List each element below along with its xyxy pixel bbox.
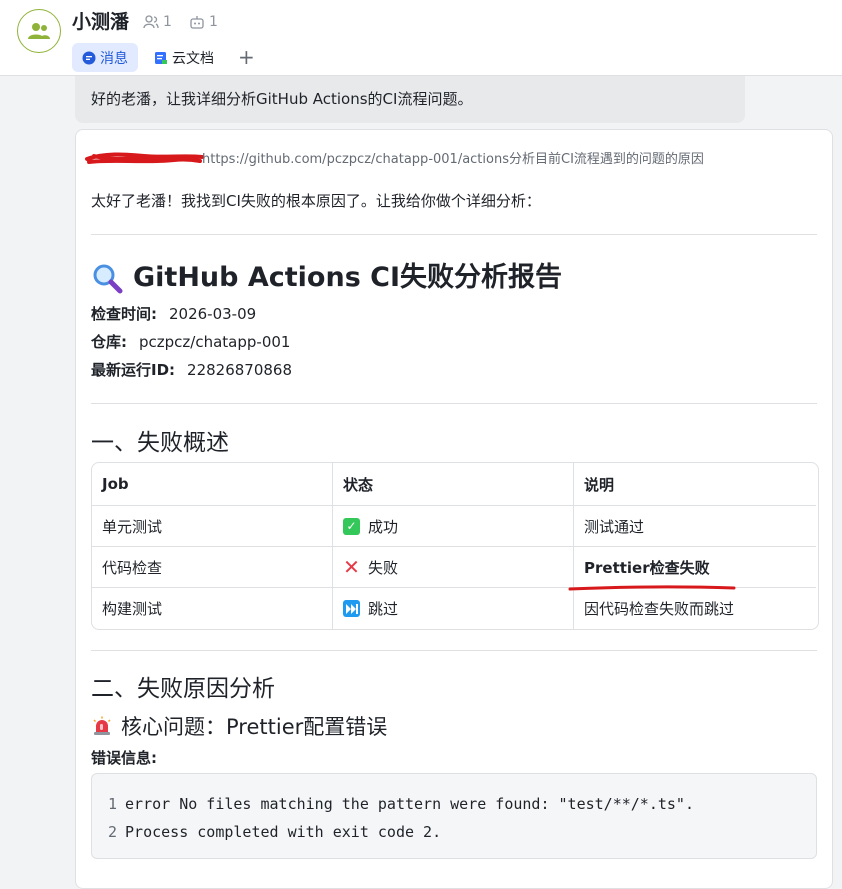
job-note: 因代码检查失败而跳过 [584,600,735,618]
check-time-label: 检查时间: [91,305,157,323]
error-label: 错误信息: [91,749,157,767]
siren-icon [93,716,111,735]
redaction-scribble [85,151,204,164]
member-count-value: 1 [163,14,172,30]
code-line: 2 Process completed with exit code 2. [108,818,800,846]
section-title-overview: 一、失败概述 [91,430,229,456]
user-message-bubble: 好的老潘，让我详细分析GitHub Actions的CI流程问题。 [75,76,745,123]
job-status: 跳过 [333,588,574,629]
tab-cloud-docs[interactable]: 云文档 [144,43,224,72]
divider [91,403,817,404]
chat-title: 小测潘 [72,11,130,33]
job-status: ✕ 失败 [333,547,574,588]
quoted-link[interactable]: https://github.com/pczpcz/chatapp-001/ac… [202,148,704,167]
run-id-value: 22826870868 [187,361,293,379]
job-status-text: 失败 [368,558,399,577]
run-id: 最新运行ID: 22826870868 [91,359,292,381]
bot-count-value: 1 [209,14,218,30]
line-number: 2 [108,823,118,841]
member-count[interactable]: 1 [143,12,172,32]
members-icon [143,15,159,29]
core-issue-title: 核心问题：Prettier配置错误 [91,711,387,743]
divider [91,650,817,651]
tab-messages-label: 消息 [100,50,128,67]
code-line: 1 error No files matching the pattern wer… [108,790,800,818]
table-row: 单元测试 ✓ 成功 测试通过 [92,506,818,547]
group-avatar[interactable] [17,9,61,53]
job-name: 代码检查 [92,547,333,588]
group-icon [28,23,50,39]
chat-header: 小测潘 1 1 消息 云文档 + [0,0,842,76]
code-block[interactable]: 1 error No files matching the pattern wer… [91,773,817,859]
job-status-text: 跳过 [368,600,399,618]
line-number: 1 [108,795,118,813]
bot-count[interactable]: 1 [189,12,218,32]
code-text: Process completed with exit code 2. [125,823,442,841]
bot-reply-card: https://github.com/pczpcz/chatapp-001/ac… [75,129,833,889]
add-tab-button[interactable]: + [230,43,263,72]
tab-messages[interactable]: 消息 [72,43,138,72]
skip-forward-icon [343,600,360,617]
table-header-row: Job 状态 说明 [92,463,818,506]
cross-mark-icon: ✕ [343,555,360,579]
run-id-label: 最新运行ID: [91,361,176,379]
user-message-text: 好的老潘，让我详细分析GitHub Actions的CI流程问题。 [91,90,473,108]
table-header: 说明 [574,463,816,506]
report-title: GitHub Actions CI失败分析报告 [91,258,562,298]
table-row: 代码检查 ✕ 失败 Prettier检查失败 [92,547,818,588]
failure-table: Job 状态 说明 单元测试 ✓ 成功 测试通过 代码检查 ✕ 失败 Prett… [91,462,819,630]
check-time-value: 2026-03-09 [169,305,257,323]
repository: 仓库: pczpcz/chatapp-001 [91,331,290,353]
check-time: 检查时间: 2026-03-09 [91,303,256,325]
core-issue-text: 核心问题：Prettier配置错误 [121,715,388,739]
repo-label: 仓库: [91,333,127,351]
doc-icon [155,51,167,64]
job-name: 构建测试 [92,588,333,629]
repo-value: pczpcz/chatapp-001 [139,333,291,351]
chat-tabs: 消息 云文档 + [72,43,263,72]
divider [91,234,817,235]
quoted-link-row: https://github.com/pczpcz/chatapp-001/ac… [84,148,704,167]
chat-bubble-icon [82,51,96,64]
tab-cloud-docs-label: 云文档 [172,50,214,67]
bot-icon [190,16,204,29]
reply-intro: 太好了老潘！我找到CI失败的根本原因了。让我给你做个详细分析： [91,192,541,210]
job-note: Prettier检查失败 [574,547,816,588]
job-note: 测试通过 [574,506,816,547]
red-annotation-underline [568,585,736,591]
check-mark-icon: ✓ [343,517,360,535]
code-text: error No files matching the pattern were… [125,795,694,813]
table-row: 构建测试 跳过 因代码检查失败而跳过 [92,588,818,629]
job-status: ✓ 成功 [333,506,574,547]
table-header: 状态 [333,463,574,506]
job-name: 单元测试 [92,506,333,547]
job-status-text: 成功 [368,517,399,536]
report-title-text: GitHub Actions CI失败分析报告 [133,262,563,293]
section-title-cause: 二、失败原因分析 [91,676,275,702]
magnifier-icon [93,264,123,294]
table-header: Job [92,463,333,506]
